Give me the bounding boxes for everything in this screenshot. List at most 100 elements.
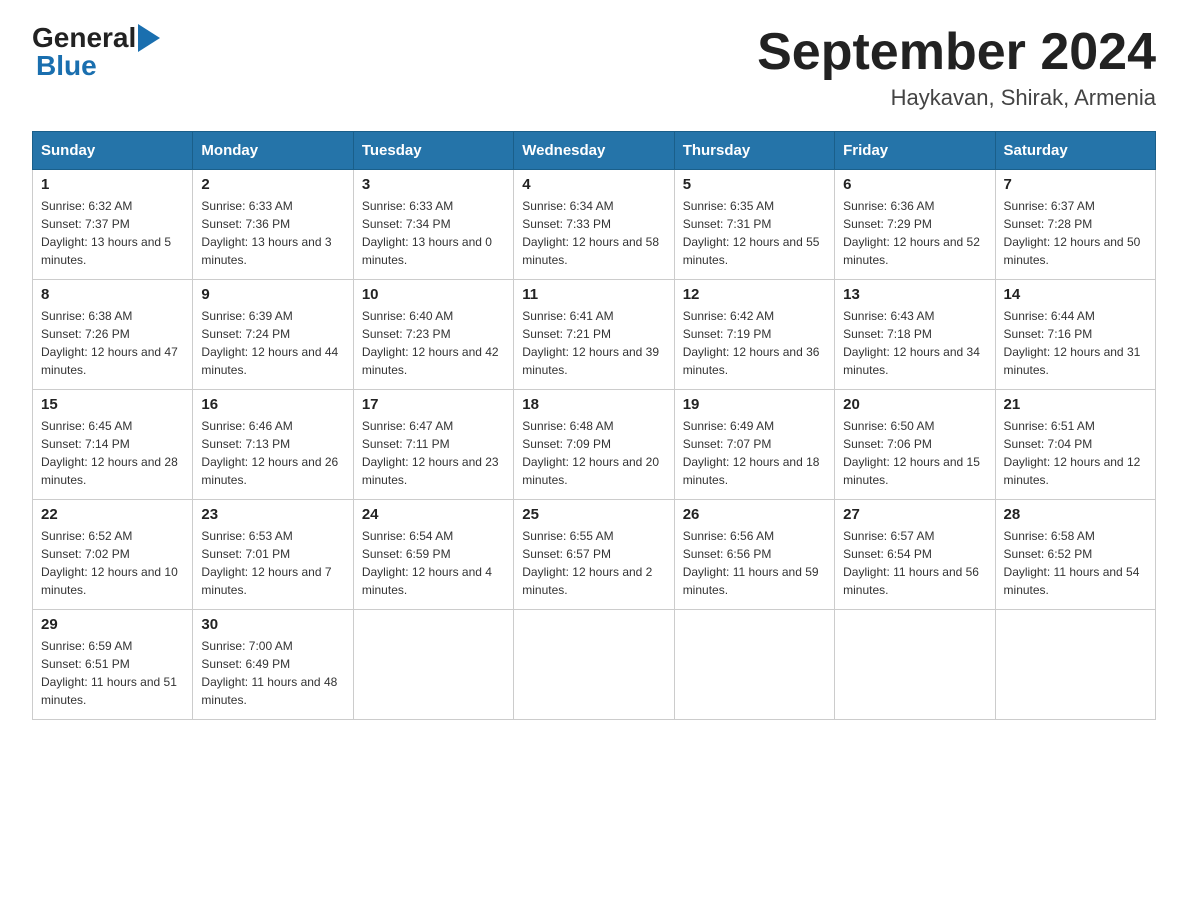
- day-info: Sunrise: 6:49 AM Sunset: 7:07 PM Dayligh…: [683, 417, 826, 489]
- table-row: 11 Sunrise: 6:41 AM Sunset: 7:21 PM Dayl…: [514, 280, 674, 390]
- day-number: 26: [683, 506, 826, 523]
- col-wednesday: Wednesday: [514, 132, 674, 170]
- col-sunday: Sunday: [33, 132, 193, 170]
- table-row: 3 Sunrise: 6:33 AM Sunset: 7:34 PM Dayli…: [353, 170, 513, 280]
- day-number: 23: [201, 506, 344, 523]
- day-number: 14: [1004, 286, 1147, 303]
- col-thursday: Thursday: [674, 132, 834, 170]
- location-subtitle: Haykavan, Shirak, Armenia: [757, 85, 1156, 111]
- day-info: Sunrise: 6:33 AM Sunset: 7:36 PM Dayligh…: [201, 197, 344, 269]
- table-row: 8 Sunrise: 6:38 AM Sunset: 7:26 PM Dayli…: [33, 280, 193, 390]
- day-info: Sunrise: 6:38 AM Sunset: 7:26 PM Dayligh…: [41, 307, 184, 379]
- table-row: 21 Sunrise: 6:51 AM Sunset: 7:04 PM Dayl…: [995, 390, 1155, 500]
- table-row: 24 Sunrise: 6:54 AM Sunset: 6:59 PM Dayl…: [353, 500, 513, 610]
- day-number: 1: [41, 176, 184, 193]
- day-info: Sunrise: 6:44 AM Sunset: 7:16 PM Dayligh…: [1004, 307, 1147, 379]
- day-info: Sunrise: 6:52 AM Sunset: 7:02 PM Dayligh…: [41, 527, 184, 599]
- day-number: 19: [683, 396, 826, 413]
- table-row: [674, 610, 834, 720]
- day-info: Sunrise: 6:37 AM Sunset: 7:28 PM Dayligh…: [1004, 197, 1147, 269]
- table-row: [995, 610, 1155, 720]
- table-row: [353, 610, 513, 720]
- day-info: Sunrise: 6:35 AM Sunset: 7:31 PM Dayligh…: [683, 197, 826, 269]
- table-row: 29 Sunrise: 6:59 AM Sunset: 6:51 PM Dayl…: [33, 610, 193, 720]
- title-section: September 2024 Haykavan, Shirak, Armenia: [757, 24, 1156, 111]
- day-info: Sunrise: 6:32 AM Sunset: 7:37 PM Dayligh…: [41, 197, 184, 269]
- day-number: 11: [522, 286, 665, 303]
- day-number: 5: [683, 176, 826, 193]
- table-row: 27 Sunrise: 6:57 AM Sunset: 6:54 PM Dayl…: [835, 500, 995, 610]
- table-row: 25 Sunrise: 6:55 AM Sunset: 6:57 PM Dayl…: [514, 500, 674, 610]
- logo-blue: Blue: [36, 52, 97, 80]
- day-number: 30: [201, 616, 344, 633]
- day-number: 22: [41, 506, 184, 523]
- day-number: 12: [683, 286, 826, 303]
- table-row: 5 Sunrise: 6:35 AM Sunset: 7:31 PM Dayli…: [674, 170, 834, 280]
- logo-arrow-icon: [138, 24, 160, 52]
- day-info: Sunrise: 6:36 AM Sunset: 7:29 PM Dayligh…: [843, 197, 986, 269]
- col-friday: Friday: [835, 132, 995, 170]
- day-number: 24: [362, 506, 505, 523]
- table-row: 17 Sunrise: 6:47 AM Sunset: 7:11 PM Dayl…: [353, 390, 513, 500]
- table-row: 2 Sunrise: 6:33 AM Sunset: 7:36 PM Dayli…: [193, 170, 353, 280]
- calendar-week-row: 15 Sunrise: 6:45 AM Sunset: 7:14 PM Dayl…: [33, 390, 1156, 500]
- day-info: Sunrise: 6:34 AM Sunset: 7:33 PM Dayligh…: [522, 197, 665, 269]
- col-saturday: Saturday: [995, 132, 1155, 170]
- day-info: Sunrise: 6:53 AM Sunset: 7:01 PM Dayligh…: [201, 527, 344, 599]
- table-row: 20 Sunrise: 6:50 AM Sunset: 7:06 PM Dayl…: [835, 390, 995, 500]
- table-row: 10 Sunrise: 6:40 AM Sunset: 7:23 PM Dayl…: [353, 280, 513, 390]
- table-row: 14 Sunrise: 6:44 AM Sunset: 7:16 PM Dayl…: [995, 280, 1155, 390]
- table-row: 7 Sunrise: 6:37 AM Sunset: 7:28 PM Dayli…: [995, 170, 1155, 280]
- col-tuesday: Tuesday: [353, 132, 513, 170]
- table-row: 16 Sunrise: 6:46 AM Sunset: 7:13 PM Dayl…: [193, 390, 353, 500]
- day-number: 29: [41, 616, 184, 633]
- table-row: [835, 610, 995, 720]
- day-info: Sunrise: 6:48 AM Sunset: 7:09 PM Dayligh…: [522, 417, 665, 489]
- table-row: 26 Sunrise: 6:56 AM Sunset: 6:56 PM Dayl…: [674, 500, 834, 610]
- table-row: 9 Sunrise: 6:39 AM Sunset: 7:24 PM Dayli…: [193, 280, 353, 390]
- day-number: 18: [522, 396, 665, 413]
- month-year-title: September 2024: [757, 24, 1156, 81]
- day-number: 4: [522, 176, 665, 193]
- table-row: 15 Sunrise: 6:45 AM Sunset: 7:14 PM Dayl…: [33, 390, 193, 500]
- table-row: 23 Sunrise: 6:53 AM Sunset: 7:01 PM Dayl…: [193, 500, 353, 610]
- day-number: 15: [41, 396, 184, 413]
- day-number: 20: [843, 396, 986, 413]
- day-info: Sunrise: 7:00 AM Sunset: 6:49 PM Dayligh…: [201, 637, 344, 709]
- logo-general: General: [32, 24, 136, 52]
- day-number: 21: [1004, 396, 1147, 413]
- table-row: 18 Sunrise: 6:48 AM Sunset: 7:09 PM Dayl…: [514, 390, 674, 500]
- day-info: Sunrise: 6:56 AM Sunset: 6:56 PM Dayligh…: [683, 527, 826, 599]
- table-row: 1 Sunrise: 6:32 AM Sunset: 7:37 PM Dayli…: [33, 170, 193, 280]
- table-row: 13 Sunrise: 6:43 AM Sunset: 7:18 PM Dayl…: [835, 280, 995, 390]
- day-number: 17: [362, 396, 505, 413]
- table-row: 6 Sunrise: 6:36 AM Sunset: 7:29 PM Dayli…: [835, 170, 995, 280]
- calendar-table: Sunday Monday Tuesday Wednesday Thursday…: [32, 131, 1156, 720]
- day-info: Sunrise: 6:43 AM Sunset: 7:18 PM Dayligh…: [843, 307, 986, 379]
- day-number: 13: [843, 286, 986, 303]
- table-row: 28 Sunrise: 6:58 AM Sunset: 6:52 PM Dayl…: [995, 500, 1155, 610]
- day-info: Sunrise: 6:54 AM Sunset: 6:59 PM Dayligh…: [362, 527, 505, 599]
- day-number: 10: [362, 286, 505, 303]
- table-row: 12 Sunrise: 6:42 AM Sunset: 7:19 PM Dayl…: [674, 280, 834, 390]
- day-info: Sunrise: 6:55 AM Sunset: 6:57 PM Dayligh…: [522, 527, 665, 599]
- day-number: 6: [843, 176, 986, 193]
- calendar-week-row: 8 Sunrise: 6:38 AM Sunset: 7:26 PM Dayli…: [33, 280, 1156, 390]
- day-number: 7: [1004, 176, 1147, 193]
- day-info: Sunrise: 6:33 AM Sunset: 7:34 PM Dayligh…: [362, 197, 505, 269]
- day-number: 8: [41, 286, 184, 303]
- calendar-week-row: 29 Sunrise: 6:59 AM Sunset: 6:51 PM Dayl…: [33, 610, 1156, 720]
- day-number: 28: [1004, 506, 1147, 523]
- calendar-header-row: Sunday Monday Tuesday Wednesday Thursday…: [33, 132, 1156, 170]
- table-row: [514, 610, 674, 720]
- day-number: 3: [362, 176, 505, 193]
- day-number: 9: [201, 286, 344, 303]
- day-info: Sunrise: 6:58 AM Sunset: 6:52 PM Dayligh…: [1004, 527, 1147, 599]
- day-number: 27: [843, 506, 986, 523]
- day-info: Sunrise: 6:57 AM Sunset: 6:54 PM Dayligh…: [843, 527, 986, 599]
- day-info: Sunrise: 6:39 AM Sunset: 7:24 PM Dayligh…: [201, 307, 344, 379]
- table-row: 19 Sunrise: 6:49 AM Sunset: 7:07 PM Dayl…: [674, 390, 834, 500]
- day-info: Sunrise: 6:47 AM Sunset: 7:11 PM Dayligh…: [362, 417, 505, 489]
- day-number: 16: [201, 396, 344, 413]
- table-row: 30 Sunrise: 7:00 AM Sunset: 6:49 PM Dayl…: [193, 610, 353, 720]
